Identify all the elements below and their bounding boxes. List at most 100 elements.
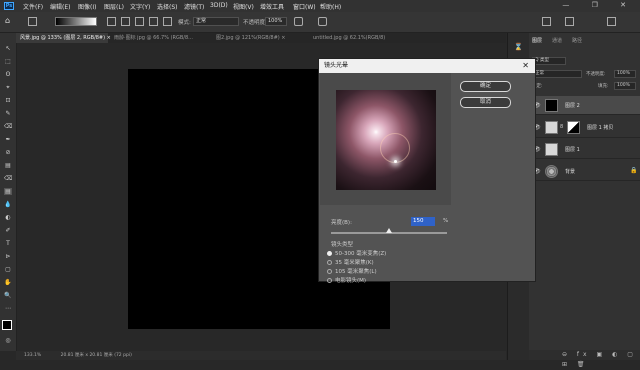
zoom-tool-icon[interactable]: 🔍 (4, 292, 12, 299)
type-tool-icon[interactable]: T (4, 240, 12, 247)
layer-name: 图层 1 (565, 147, 580, 153)
search-icon[interactable] (542, 17, 551, 26)
gradient-tool-icon[interactable]: ▤ (4, 188, 12, 195)
clone-stamp-tool-icon[interactable]: ⊘ (4, 149, 12, 156)
workspace-icon[interactable] (565, 17, 574, 26)
opacity-input[interactable]: 100% (265, 17, 287, 26)
layer-thumbnail (545, 121, 558, 134)
reflected-gradient-icon[interactable] (149, 17, 158, 26)
radial-gradient-icon[interactable] (121, 17, 130, 26)
quick-select-tool-icon[interactable]: ⌖ (4, 84, 12, 91)
lock-icon[interactable]: 🔒 (630, 167, 637, 174)
brightness-label: 亮度(B): (331, 220, 352, 226)
lens-option[interactable]: 电影镜头(M) (327, 276, 366, 284)
blur-tool-icon[interactable]: 💧 (4, 201, 12, 208)
radio-button[interactable] (327, 269, 332, 274)
zoom-level[interactable]: 133.1% (24, 353, 41, 358)
menu-file[interactable]: 文件(F) (23, 2, 43, 11)
crop-tool-icon[interactable]: ⊡ (4, 97, 12, 104)
fill-label: 填充: (598, 84, 609, 89)
menu-plugins[interactable]: 增效工具 (260, 2, 284, 11)
angle-gradient-icon[interactable] (135, 17, 144, 26)
blend-mode-select[interactable]: 正常 (532, 70, 582, 78)
ok-button[interactable]: 确定 (460, 81, 511, 92)
lens-option[interactable]: 35 毫米聚焦(K) (327, 258, 374, 266)
layer-thumbnail (545, 165, 558, 178)
menu-window[interactable]: 窗口(W) (293, 2, 316, 11)
menu-help[interactable]: 帮助(H) (320, 2, 341, 11)
tab-paths[interactable]: 路径 (572, 37, 582, 44)
dialog-title-bar: 镜头光晕 (319, 59, 535, 73)
menu-select[interactable]: 选择(S) (157, 2, 178, 11)
hand-tool-icon[interactable]: ✋ (4, 279, 12, 286)
menu-type[interactable]: 文字(Y) (130, 2, 150, 11)
brush-tool-icon[interactable]: ✒ (4, 136, 12, 143)
move-tool-icon[interactable]: ↖ (4, 45, 12, 52)
home-icon[interactable]: ⌂ (5, 16, 10, 25)
tab-document-3[interactable]: 图2.jpg @ 121%(RGB/8#) × (212, 33, 307, 43)
flare-preview[interactable] (336, 90, 436, 190)
menu-layer[interactable]: 图层(L) (104, 2, 124, 11)
gradient-preview[interactable] (55, 17, 97, 26)
history-panel-icon[interactable]: ⌛ (514, 43, 523, 51)
layer-name: 图层 2 (565, 103, 580, 109)
pen-tool-icon[interactable]: ✐ (4, 227, 12, 234)
dodge-tool-icon[interactable]: ◐ (4, 214, 12, 221)
close-icon[interactable]: ✕ (522, 59, 529, 73)
foreground-color-swatch[interactable] (2, 320, 12, 330)
layer-filter-select[interactable]: Q 类型 (532, 57, 566, 65)
diamond-gradient-icon[interactable] (163, 17, 172, 26)
linear-gradient-icon[interactable] (107, 17, 116, 26)
more-tools-icon[interactable]: ⋯ (4, 305, 12, 312)
dither-checkbox[interactable] (318, 17, 327, 26)
lens-option[interactable]: 50-300 毫米变焦(Z) (327, 249, 386, 257)
menu-edit[interactable]: 编辑(E) (50, 2, 70, 11)
dialog-title: 镜头光晕 (324, 62, 349, 69)
layer-row[interactable]: 👁 8 图层 1 拷贝 (529, 118, 640, 138)
tab-channels[interactable]: 通道 (552, 37, 562, 44)
share-icon[interactable] (607, 17, 616, 26)
options-bar: ⌂ 模式: 正常 不透明度: 100% (0, 12, 640, 33)
brightness-input[interactable]: 150 (411, 217, 435, 226)
tab-layers[interactable]: 图层 (532, 37, 542, 44)
tab-landscape[interactable]: 风景.jpg @ 133% (图层 2, RGB/8#) × (16, 33, 111, 43)
layer-row[interactable]: 👁 背景 🔒 (529, 162, 640, 181)
healing-brush-tool-icon[interactable]: ⌫ (4, 123, 12, 130)
menu-3d[interactable]: 3D(D) (210, 2, 228, 9)
lens-option[interactable]: 105 毫米聚焦(L) (327, 267, 377, 275)
layer-actions-bar[interactable]: ⊖ fx ▣ ◐ ▢ ⊞ 🗑 (529, 350, 640, 368)
layer-opacity-label: 不透明度: (586, 72, 606, 77)
radio-button[interactable] (327, 251, 332, 256)
brightness-unit: % (443, 218, 449, 224)
mask-thumbnail[interactable] (567, 121, 580, 134)
radio-button[interactable] (327, 278, 332, 283)
rectangle-tool-icon[interactable]: ▢ (4, 266, 12, 273)
menu-filter[interactable]: 滤镜(T) (184, 2, 204, 11)
reverse-checkbox[interactable] (294, 17, 303, 26)
flare-center-crosshair[interactable] (394, 160, 397, 163)
layer-name: 图层 1 拷贝 (587, 125, 614, 131)
fill-input[interactable]: 100% (614, 82, 636, 90)
opacity-label: 不透明度: (243, 20, 267, 26)
document-info: 20.81 厘米 x 20.81 厘米 (72 ppi) (60, 353, 132, 358)
lasso-tool-icon[interactable]: ʘ (4, 71, 12, 78)
tab-document-2[interactable]: 雨龄·图标 jpg @ 66.7% (RGB/8... (110, 33, 210, 43)
path-select-tool-icon[interactable]: ⊳ (4, 253, 12, 260)
cancel-button[interactable]: 取消 (460, 97, 511, 108)
eyedropper-tool-icon[interactable]: ✎ (4, 110, 12, 117)
layer-row[interactable]: 👁 图层 2 (529, 96, 640, 115)
menu-view[interactable]: 视图(V) (233, 2, 254, 11)
quick-mask-icon[interactable]: ◎ (4, 337, 12, 344)
brightness-slider-thumb[interactable] (386, 228, 392, 233)
layer-row[interactable]: 👁 图层 1 (529, 140, 640, 159)
tool-preset-icon[interactable] (28, 17, 37, 26)
history-brush-tool-icon[interactable]: ▤ (4, 162, 12, 169)
radio-button[interactable] (327, 260, 332, 265)
mode-select[interactable]: 正常 (193, 17, 239, 26)
layer-opacity-input[interactable]: 100% (614, 70, 636, 78)
eraser-tool-icon[interactable]: ⌫ (4, 175, 12, 182)
tab-document-4[interactable]: untitled.jpg @ 62.1%(RGB/8) (309, 33, 404, 43)
menu-image[interactable]: 图像(I) (78, 2, 96, 11)
marquee-tool-icon[interactable]: ⬚ (4, 58, 12, 65)
window-controls[interactable]: — ❐ ✕ (562, 1, 636, 9)
